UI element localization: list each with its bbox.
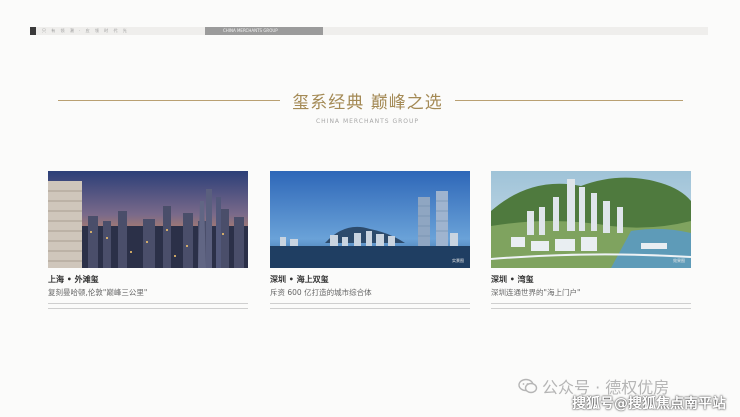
project-description: 复刻曼哈顿,伦敦"巅峰三公里"	[48, 288, 148, 297]
project-name: 深圳 • 海上双玺	[270, 275, 329, 284]
project-card-shenzhen-wanxi: 效果图 深圳 • 湾玺 深圳连通世界的"海上门户"	[491, 171, 691, 309]
top-bar-tag: CHINA MERCHANTS GROUP	[205, 27, 323, 35]
project-image-shenzhen-bay: 效果图	[491, 171, 691, 268]
top-bar-mark	[30, 27, 36, 35]
project-description: 深圳连通世界的"海上门户"	[491, 288, 581, 297]
card-divider	[48, 303, 248, 309]
image-badge: 效果图	[673, 258, 685, 263]
top-bar-text: 只 有 领 潮 · 应 领 时 代 光	[42, 28, 129, 33]
project-card-shenzhen-haishang: 实景图 深圳 • 海上双玺 斥资 600 亿打造的城市综合体	[270, 171, 470, 309]
card-divider	[491, 303, 691, 309]
project-name: 深圳 • 湾玺	[491, 275, 534, 284]
page-title: 玺系经典 巅峰之选	[292, 93, 443, 113]
wechat-icon	[518, 378, 538, 394]
top-bar: 只 有 领 潮 · 应 领 时 代 光 CHINA MERCHANTS GROU…	[30, 27, 708, 35]
project-image-shanghai-skyline	[48, 171, 248, 268]
project-card-shanghai: 上海 • 外滩玺 复刻曼哈顿,伦敦"巅峰三公里"	[48, 171, 248, 309]
heading-rule-left	[58, 100, 280, 101]
image-badge: 实景图	[452, 258, 464, 263]
heading-rule-right	[455, 100, 683, 101]
sohu-watermark: 搜狐号@搜狐焦点南平站	[572, 396, 726, 412]
card-divider	[270, 303, 470, 309]
project-name: 上海 • 外滩玺	[48, 275, 99, 284]
project-description: 斥资 600 亿打造的城市综合体	[270, 288, 372, 297]
top-bar-tag-text: CHINA MERCHANTS GROUP	[223, 28, 278, 33]
project-image-shenzhen-towers: 实景图	[270, 171, 470, 268]
page-subtitle: CHINA MERCHANTS GROUP	[315, 118, 420, 125]
